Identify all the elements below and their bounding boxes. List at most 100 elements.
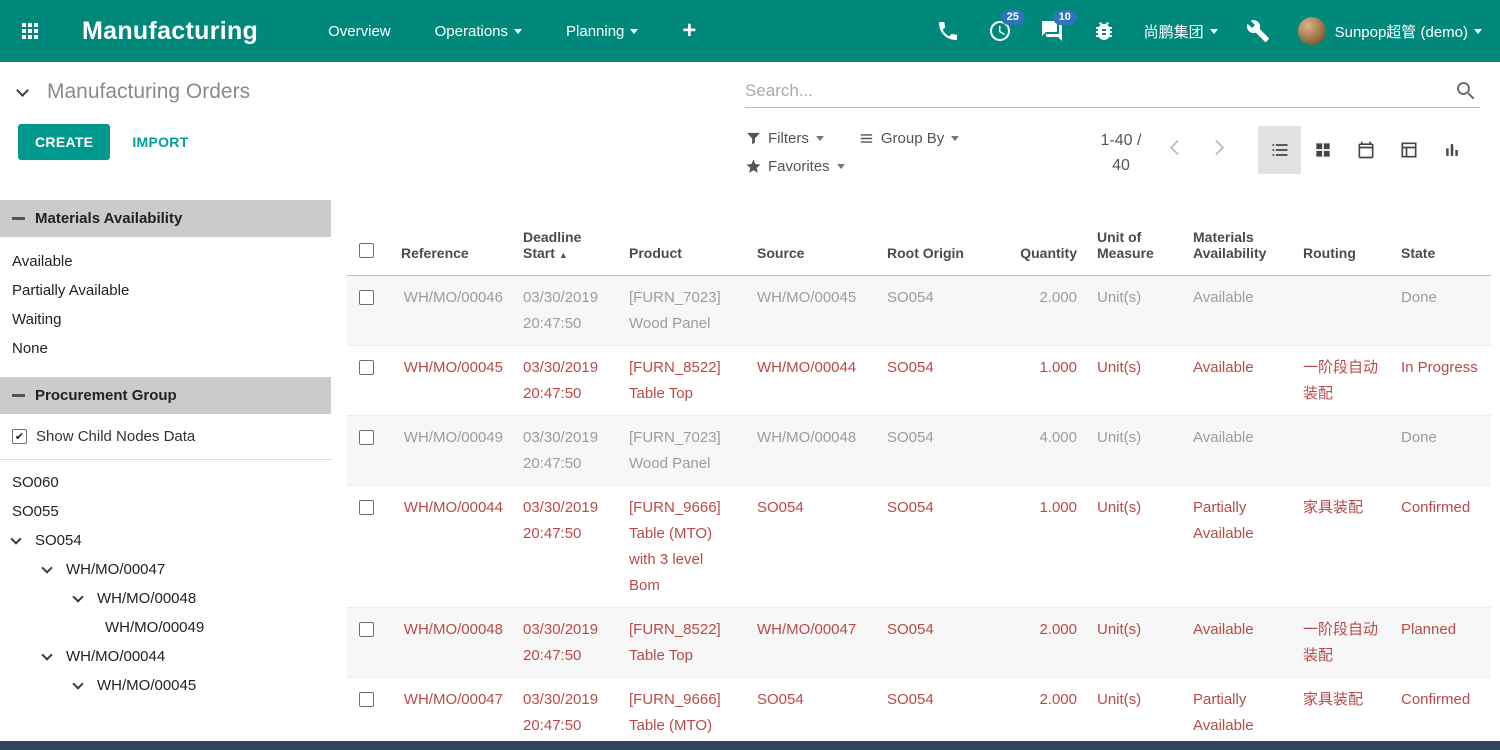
group-by-menu[interactable]: Group By (858, 130, 959, 147)
tree-item[interactable]: WH/MO/00045 (0, 671, 331, 700)
header-source[interactable]: Source (747, 200, 877, 275)
table-row[interactable]: WH/MO/00046 03/30/2019 20:47:50 [FURN_70… (347, 275, 1491, 345)
table-row[interactable]: WH/MO/00048 03/30/2019 20:47:50 [FURN_85… (347, 607, 1491, 677)
kanban-view-button[interactable] (1301, 126, 1344, 174)
sort-asc-icon: ▲ (559, 250, 568, 260)
phone-icon[interactable] (936, 19, 960, 43)
tree-item[interactable]: WH/MO/00047 (0, 555, 331, 584)
apps-grid-icon[interactable] (18, 19, 42, 43)
user-menu[interactable]: Sunpop超管 (demo) (1298, 17, 1482, 45)
row-checkbox[interactable] (359, 430, 374, 445)
activities-clock-icon[interactable]: 25 (988, 19, 1012, 43)
collapse-minus-icon (12, 217, 25, 220)
availability-filter-item[interactable]: Available (0, 247, 331, 276)
caret-down-icon (514, 29, 522, 34)
row-checkbox[interactable] (359, 500, 374, 515)
nav-menu-planning[interactable]: Planning (566, 23, 638, 40)
show-child-nodes-label: Show Child Nodes Data (36, 428, 195, 445)
show-child-nodes-checkbox[interactable] (12, 429, 27, 444)
procurement-section-header[interactable]: Procurement Group (0, 377, 331, 414)
header-state[interactable]: State (1391, 200, 1491, 275)
tree-item[interactable]: SO060 (0, 468, 331, 497)
header-routing[interactable]: Routing (1293, 200, 1391, 275)
table-row[interactable]: WH/MO/00049 03/30/2019 20:47:50 [FURN_70… (347, 415, 1491, 485)
filters-label: Filters (768, 130, 809, 147)
import-button[interactable]: IMPORT (132, 134, 188, 150)
company-name: 尚鹏集团 (1144, 21, 1204, 42)
table-row[interactable]: WH/MO/00047 03/30/2019 20:47:50 [FURN_96… (347, 677, 1491, 741)
availability-filter-item[interactable]: Waiting (0, 305, 331, 334)
pager-next-icon[interactable] (1209, 140, 1225, 156)
caret-down-icon (837, 164, 845, 169)
table-row[interactable]: WH/MO/00045 03/30/2019 20:47:50 [FURN_85… (347, 345, 1491, 415)
debug-bug-icon[interactable] (1092, 19, 1116, 43)
availability-filter-item[interactable]: None (0, 334, 331, 363)
row-checkbox[interactable] (359, 622, 374, 637)
chevron-down-icon (41, 562, 52, 573)
cell-uom: Unit(s) (1087, 275, 1183, 345)
header-reference[interactable]: Reference (391, 200, 513, 275)
cell-routing: 一阶段自动装配 (1293, 607, 1391, 677)
tree-item[interactable]: WH/MO/00048 (0, 584, 331, 613)
header-quantity[interactable]: Quantity (1007, 200, 1087, 275)
cell-source: SO054 (747, 485, 877, 607)
table-row[interactable]: WH/MO/00044 03/30/2019 20:47:50 [FURN_96… (347, 485, 1491, 607)
search-icon[interactable] (1454, 79, 1478, 103)
main-content: Materials Availability AvailablePartiall… (0, 200, 1500, 741)
tree-item[interactable]: WH/MO/00044 (0, 642, 331, 671)
row-checkbox[interactable] (359, 290, 374, 305)
new-plus-button[interactable]: + (682, 19, 696, 43)
tree-item[interactable]: WH/MO/00049 (0, 613, 331, 642)
pivot-view-button[interactable] (1387, 126, 1430, 174)
cell-routing: 家具装配 (1293, 485, 1391, 607)
header-deadline-start[interactable]: Deadline Start▲ (513, 200, 619, 275)
cell-source: WH/MO/00044 (747, 345, 877, 415)
messages-chat-icon[interactable]: 10 (1040, 19, 1064, 43)
tree-item[interactable]: SO054 (0, 526, 331, 555)
horizontal-scrollbar[interactable] (0, 741, 1500, 750)
row-checkbox[interactable] (359, 692, 374, 707)
cell-deadline-start: 03/30/2019 20:47:50 (513, 677, 619, 741)
pager-previous-icon[interactable] (1170, 140, 1186, 156)
cell-source: SO054 (747, 677, 877, 741)
cell-product: [FURN_9666] Table (MTO) with 3 level Bom (619, 677, 747, 741)
filters-menu[interactable]: Filters (745, 130, 824, 147)
cell-uom: Unit(s) (1087, 485, 1183, 607)
tree-item-label: WH/MO/00044 (66, 648, 165, 665)
graph-view-icon (1442, 140, 1462, 160)
chevron-down-icon (10, 533, 21, 544)
graph-view-button[interactable] (1430, 126, 1473, 174)
favorites-menu[interactable]: Favorites (745, 158, 845, 175)
availability-section-header[interactable]: Materials Availability (0, 200, 331, 237)
row-checkbox[interactable] (359, 360, 374, 375)
calendar-view-button[interactable] (1344, 126, 1387, 174)
tree-item-label: WH/MO/00045 (97, 677, 196, 694)
select-all-checkbox[interactable] (359, 243, 374, 258)
header-uom[interactable]: Unit of Measure (1087, 200, 1183, 275)
list-view-button[interactable] (1258, 126, 1301, 174)
chevron-down-icon (72, 591, 83, 602)
cell-source: WH/MO/00048 (747, 415, 877, 485)
tree-item[interactable]: SO055 (0, 497, 331, 526)
company-switcher[interactable]: 尚鹏集团 (1144, 21, 1218, 42)
tools-wrench-icon[interactable] (1246, 19, 1270, 43)
caret-down-icon (951, 136, 959, 141)
nav-menu-operations[interactable]: Operations (435, 23, 522, 40)
cell-reference: WH/MO/00047 (391, 677, 513, 741)
show-child-nodes-row[interactable]: Show Child Nodes Data (0, 414, 331, 460)
app-title: Manufacturing (82, 17, 258, 46)
cell-routing (1293, 275, 1391, 345)
cell-product: [FURN_7023] Wood Panel (619, 275, 747, 345)
header-materials-availability[interactable]: Materials Availability (1183, 200, 1293, 275)
cell-deadline-start: 03/30/2019 20:47:50 (513, 485, 619, 607)
header-product[interactable]: Product (619, 200, 747, 275)
create-button[interactable]: CREATE (18, 124, 110, 160)
availability-filter-item[interactable]: Partially Available (0, 276, 331, 305)
cell-routing: 家具装配 (1293, 677, 1391, 741)
search-input[interactable] (745, 74, 1480, 107)
nav-menu-overview[interactable]: Overview (328, 23, 391, 40)
header-root-origin[interactable]: Root Origin (877, 200, 1007, 275)
cell-reference: WH/MO/00045 (391, 345, 513, 415)
user-name: Sunpop超管 (demo) (1335, 21, 1468, 42)
chevron-down-icon[interactable] (16, 84, 29, 97)
